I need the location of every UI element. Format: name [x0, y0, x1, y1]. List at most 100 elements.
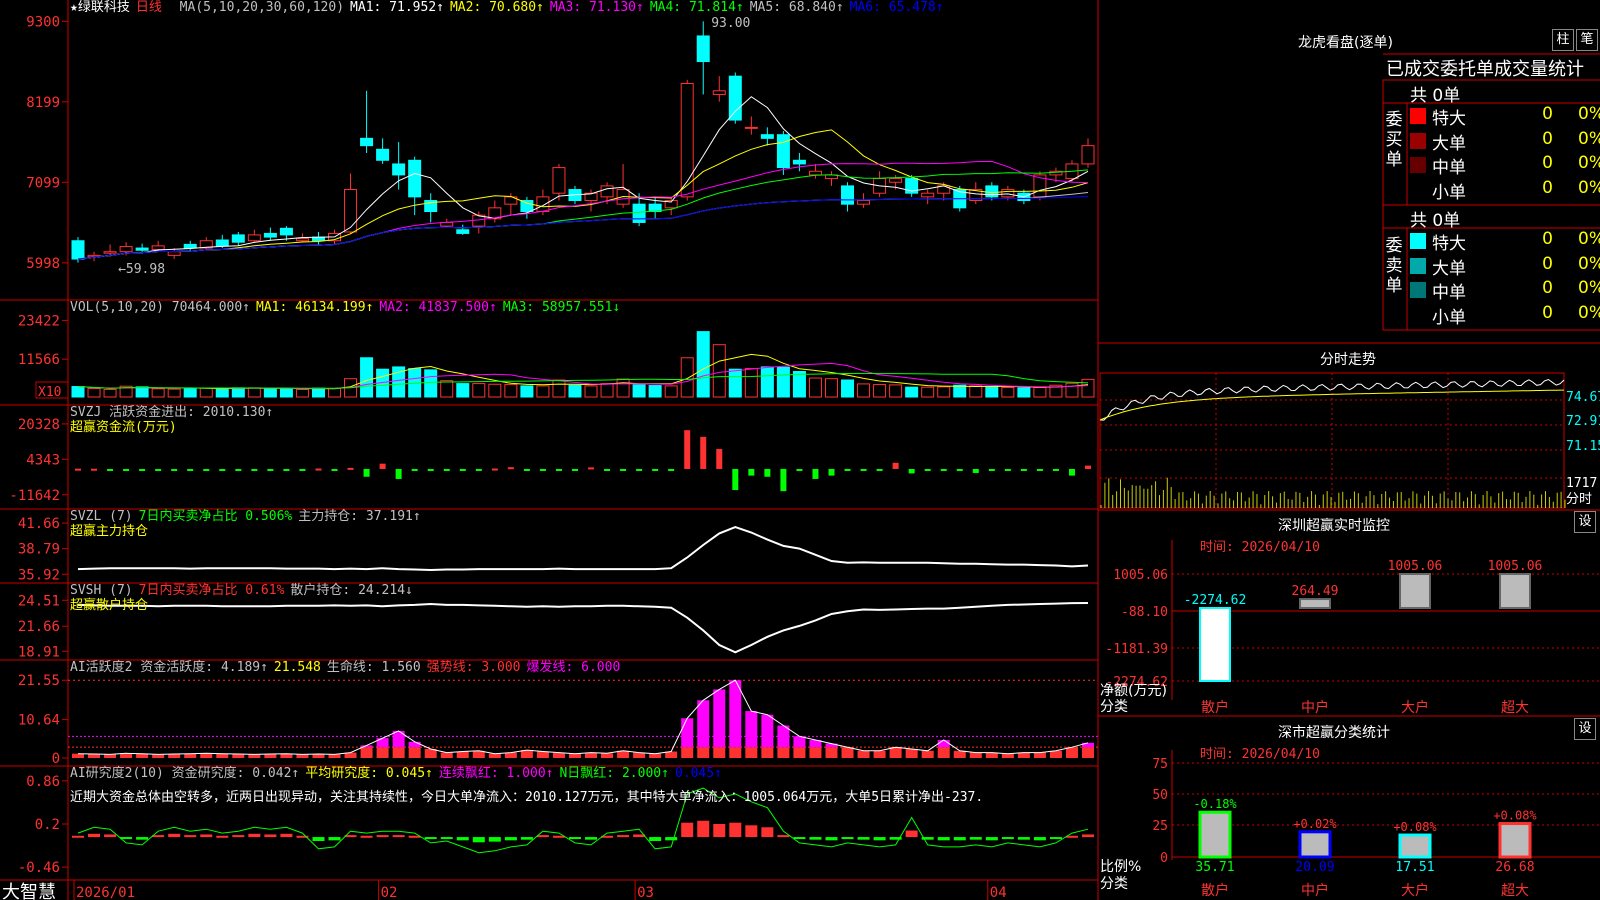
- legend-item-6-0: AI研究度2(10) 资金研究度: 0.042↑: [70, 766, 300, 781]
- sz-monitor-bar-3: [1499, 573, 1531, 609]
- active-bar: [873, 750, 886, 758]
- research-bar: [136, 837, 149, 840]
- svzl-legend: SVZL (7) 7日内买卖净占比 0.506% 主力持仓: 37.191↑: [70, 509, 427, 525]
- research-bar: [264, 834, 277, 838]
- research-bar: [697, 820, 710, 838]
- volume-bar: [568, 384, 582, 398]
- fund-flow-bar: [892, 462, 899, 469]
- fund-flow-bar: [299, 468, 306, 471]
- research-bar: [729, 822, 742, 838]
- volume-bar: [1001, 387, 1015, 398]
- research-bar: [1049, 837, 1062, 840]
- volume-bar: [440, 380, 454, 398]
- fund-flow-bar: [123, 468, 130, 471]
- research-bar: [520, 837, 533, 840]
- active-bar: [248, 754, 261, 758]
- fund-flow-bar: [267, 468, 274, 471]
- fund-flow-bar: [668, 468, 675, 471]
- fund-flow-bar: [555, 468, 562, 471]
- research-bar: [200, 834, 213, 838]
- research-bar: [568, 837, 581, 840]
- sz-stats-tick-3: 0: [1160, 851, 1168, 866]
- active-bar: [953, 750, 966, 758]
- fund-flow-bar: [427, 468, 434, 471]
- active-bar: [1049, 750, 1062, 758]
- research-bar: [488, 837, 501, 842]
- candle-body: [760, 134, 774, 139]
- main-chart-area[interactable]: 930081997099599893.00←59.982342211566X10…: [0, 0, 1600, 900]
- ai-research-legend: AI研究度2(10) 资金研究度: 0.042↑ 平均研究度: 0.045↑ 连续飘…: [70, 766, 728, 782]
- fund-flow-bar: [395, 468, 402, 479]
- sz-stats-cat-2: 大户: [1401, 882, 1429, 899]
- active-bar: [761, 747, 774, 758]
- buy-row-pct-2: 0%: [1578, 153, 1600, 173]
- volume-bar: [776, 366, 790, 398]
- volume-bar: [632, 384, 646, 398]
- research-bar: [841, 837, 854, 840]
- fund-flow-bar: [876, 468, 883, 471]
- sz-stats-tick-0: 75: [1152, 757, 1168, 772]
- active-bar: [1082, 747, 1094, 758]
- volume-legend: VOL(5,10,20) 70464.000↑ MA1: 46134.199↑ MA…: [70, 300, 626, 316]
- volume-bar: [520, 385, 534, 398]
- active-bar: [713, 747, 726, 758]
- buy-swatch-1: [1410, 132, 1426, 149]
- price-tick-label-1: 8199: [26, 95, 60, 111]
- sz-monitor-cat-1: 中户: [1301, 699, 1329, 716]
- active-bar: [360, 747, 373, 758]
- sz-stats-title: 深市超赢分类统计: [1278, 725, 1390, 741]
- legend-item-1-3: MA3: 58957.551↓: [502, 300, 621, 315]
- sz-stats-settings-button[interactable]: 设: [1574, 718, 1596, 740]
- svsh-tick-label-0: 24.51: [18, 593, 60, 609]
- fund-flow-bar: [684, 430, 691, 469]
- buy-side-label: 委买单: [1385, 110, 1403, 170]
- legend-item-0-1: MA1: 71.952↑: [350, 0, 444, 15]
- active-bar-top: [793, 736, 806, 748]
- volume-bar: [921, 386, 935, 398]
- sell-swatch-2: [1410, 282, 1426, 298]
- tick-mode-button[interactable]: 笔: [1576, 29, 1598, 51]
- sell-swatch-3: [1410, 306, 1426, 323]
- bar-mode-button[interactable]: 柱: [1552, 29, 1574, 51]
- ma-line-1: [77, 96, 1089, 260]
- buy-row-pct-3: 0%: [1578, 177, 1600, 198]
- candle-body: [680, 82, 694, 198]
- volume-tick-label-0: 23422: [18, 313, 60, 329]
- fund-flow-bar: [283, 468, 290, 471]
- svzl-tick-label-1: 38.79: [18, 542, 60, 558]
- sell-swatch-0: [1410, 233, 1426, 249]
- candle-body: [151, 245, 165, 251]
- candle-body: [408, 159, 422, 198]
- candle-body: [119, 246, 133, 253]
- sz-monitor-cat-2: 大户: [1401, 699, 1429, 716]
- buy-row-pct-0: 0%: [1578, 104, 1600, 124]
- sz-monitor-settings-button[interactable]: 设: [1574, 511, 1596, 533]
- buy-row-count-2: 0: [1542, 153, 1553, 173]
- ai-research-tick-label-1: 0.2: [35, 817, 60, 833]
- volume-bar: [648, 385, 662, 398]
- svsh-name: 超赢散户持仓: [70, 598, 149, 613]
- buy-row-count-1: 0: [1542, 128, 1553, 149]
- active-bar: [296, 754, 309, 758]
- fund-flow-bar: [828, 468, 835, 476]
- active-bar: [697, 747, 710, 758]
- legend-item-6-3: N日飘红: 2.000↑: [559, 766, 669, 781]
- period-label[interactable]: 日线: [136, 0, 162, 15]
- candle-body: [696, 35, 710, 63]
- sell-row-name-2: 中单: [1432, 283, 1466, 303]
- candle-body: [520, 200, 534, 212]
- legend-item-0-0: MA(5,10,20,30,60,120): [179, 0, 345, 15]
- candle-body: [552, 167, 566, 194]
- sz-stats-change-2: +0.08%: [1393, 820, 1437, 834]
- active-bar: [568, 753, 581, 758]
- active-bar: [857, 750, 870, 758]
- active-bar: [825, 747, 838, 758]
- volume-bar: [199, 387, 213, 398]
- brand-logo[interactable]: 大智慧: [2, 878, 56, 900]
- legend-item-6-1: 平均研究度: 0.045↑: [305, 766, 433, 781]
- candle-body: [712, 90, 726, 95]
- svzl-tick-label-2: 35.92: [18, 567, 60, 583]
- candle-body: [247, 234, 261, 242]
- fund-flow-bar: [491, 468, 498, 471]
- active-bar-top: [681, 718, 694, 748]
